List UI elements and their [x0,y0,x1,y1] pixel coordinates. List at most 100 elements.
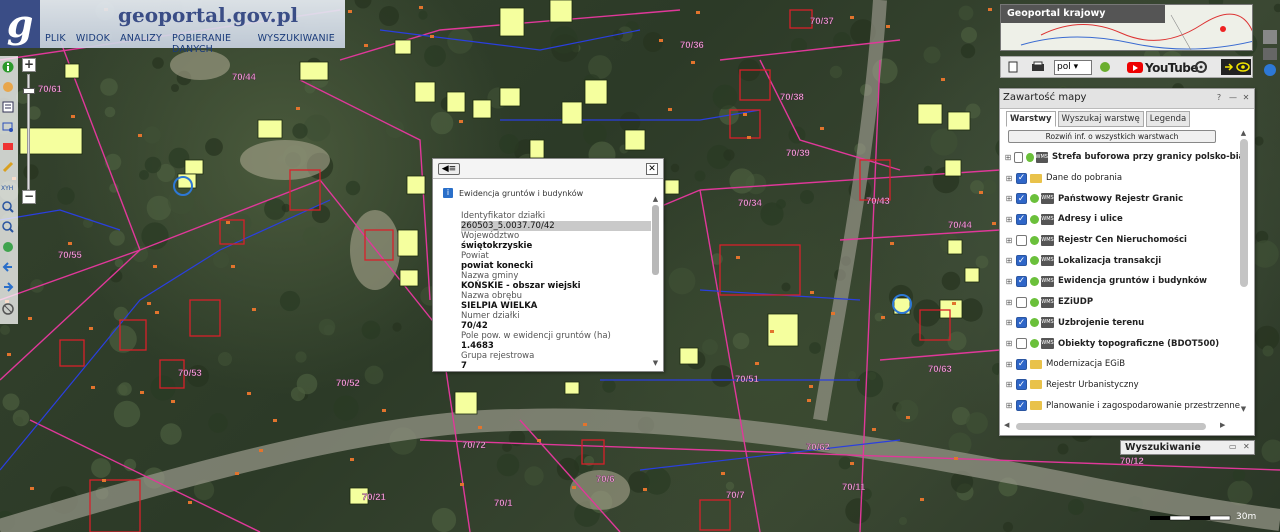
pan-hand-icon[interactable] [1,80,15,94]
expand-plus-icon[interactable]: ⊞ [1004,339,1014,348]
zoom-handle[interactable] [23,88,35,94]
layer-row[interactable]: ⊞ ✓ Modernizacja EGiB [1004,354,1240,375]
help-icon[interactable]: ? [1214,93,1224,103]
zoom-slider: + − [22,58,36,206]
layer-row[interactable]: ⊞ ✓ WMS Adresy i ulice [1004,209,1240,230]
layer-row[interactable]: ⊞ WMS Rejestr Cen Nieruchomości [1004,230,1240,251]
expand-plus-icon[interactable]: ⊞ [1004,298,1014,307]
geoportal-logo[interactable]: g [0,0,40,48]
layer-checkbox[interactable]: ✓ [1016,358,1027,370]
layer-checkbox[interactable] [1016,234,1027,246]
select-area-icon[interactable] [1,120,15,134]
layer-checkbox[interactable]: ✓ [1016,379,1027,391]
layer-checkbox[interactable]: ✓ [1016,255,1027,267]
youtube-link[interactable]: YouTube [1127,59,1199,76]
scroll-down-arrow-icon[interactable]: ▼ [1238,405,1249,413]
parcel-label: 70/63 [928,364,952,375]
layers-list-icon[interactable] [1,100,15,114]
print-area-icon[interactable] [1,140,15,154]
popup-scrollbar[interactable]: ▲ ▼ [651,195,660,367]
measure-icon[interactable]: XYH [1,180,15,194]
expand-plus-icon[interactable]: ⊞ [1004,360,1014,369]
layer-checkbox[interactable]: ✓ [1016,193,1027,205]
expand-plus-icon[interactable]: ⊞ [1004,318,1014,327]
layer-row[interactable]: ⊞✓Portale mapowe [1004,416,1240,419]
layer-checkbox[interactable]: ✓ [1016,400,1027,412]
right-edge-icons [1260,30,1280,78]
document-icon[interactable] [1006,61,1020,74]
layers-scroll-thumb[interactable] [1240,139,1248,287]
popup-back-button[interactable]: ◀≡ [438,163,460,175]
expand-plus-icon[interactable]: ⊞ [1004,236,1014,245]
tab-warstwy[interactable]: Warstwy [1006,111,1056,127]
menu-item-pobieranie-danych[interactable]: POBIERANIE DANYCH [167,30,253,55]
layer-row[interactable]: ⊞ WMS Obiekty topograficzne (BDOT500) [1004,333,1240,354]
scroll-right-arrow-icon[interactable]: ▶ [1220,421,1225,429]
zoom-minus-button[interactable]: − [22,190,36,204]
menu-item-analizy[interactable]: ANALIZY [115,30,167,48]
expand-plus-icon[interactable]: ⊞ [1004,174,1014,183]
tab-legenda[interactable]: Legenda [1145,111,1191,127]
layer-checkbox[interactable] [1016,296,1027,308]
layer-row[interactable]: ⊞ ✓ WMS Ewidencja gruntów i budynków [1004,271,1240,292]
expand-plus-icon[interactable]: ⊞ [1004,194,1014,203]
expand-plus-icon[interactable]: ⊞ [1004,215,1014,224]
full-extent-globe-icon[interactable] [1,240,15,254]
layers-horizontal-scrollbar[interactable]: ◀ ▶ [1004,421,1249,432]
layer-row[interactable]: ⊞ WMS EZiUDP [1004,292,1240,313]
layer-checkbox[interactable] [1014,151,1024,163]
feature-info-popup: ◀≡ ✕ i Ewidencja gruntów i budynków Iden… [432,158,664,372]
menu-item-plik[interactable]: PLIK [40,30,71,48]
previous-view-arrow-icon[interactable] [1,260,15,274]
expand-plus-icon[interactable]: ⊞ [1004,153,1012,162]
zoom-in-icon[interactable] [1,200,15,214]
info-tool-icon[interactable] [1,60,15,74]
layer-row[interactable]: ⊞ ✓ WMS Lokalizacja transakcji [1004,250,1240,271]
help-round-icon[interactable] [1099,61,1111,74]
road [813,0,887,422]
zoom-out-icon[interactable] [1,220,15,234]
popup-close-button[interactable]: ✕ [646,163,658,175]
language-select[interactable]: pol ▾ [1054,60,1092,75]
search-panel[interactable]: Wyszukiwanie ▭ ✕ [1120,440,1255,455]
layer-row[interactable]: ⊞ ✓ Dane do pobrania [1004,168,1240,189]
draw-pencil-icon[interactable] [1,160,15,174]
layer-row[interactable]: ⊞ WMS Strefa buforowa przy granicy polsko-… [1004,147,1240,168]
settings-gear-icon[interactable] [1194,61,1208,74]
expand-plus-icon[interactable]: ⊞ [1004,277,1014,286]
close-icon[interactable]: ✕ [1241,93,1251,103]
print-icon[interactable] [1029,61,1047,74]
overview-map[interactable]: Geoportal krajowy [1000,4,1253,51]
scroll-down-arrow-icon[interactable]: ▼ [651,359,660,367]
minimize-icon[interactable]: ▭ [1229,442,1237,451]
layer-row[interactable]: ⊞ ✓ Rejestr Urbanistyczny [1004,375,1240,396]
layers-hscroll-thumb[interactable] [1016,423,1206,430]
scroll-left-arrow-icon[interactable]: ◀ [1004,421,1009,429]
expand-all-layers-button[interactable]: Rozwiń inf. o wszystkich warstwach [1008,130,1216,143]
layer-row[interactable]: ⊞ ✓ WMS Państwowy Rejestr Granic [1004,188,1240,209]
layer-row[interactable]: ⊞ ✓ WMS Uzbrojenie terenu [1004,313,1240,334]
layer-checkbox[interactable]: ✓ [1016,172,1027,184]
menu-item-wyszukiwanie[interactable]: WYSZUKIWANIE [253,30,340,48]
layer-checkbox[interactable] [1016,338,1027,350]
layers-vertical-scrollbar[interactable]: ▲ ▼ [1238,129,1249,419]
menu-item-widok[interactable]: WIDOK [71,30,115,48]
layer-checkbox[interactable]: ✓ [1016,213,1027,225]
layer-checkbox[interactable]: ✓ [1016,317,1027,329]
3d-view-eye-icon[interactable] [1221,59,1251,75]
minimize-icon[interactable]: — [1228,93,1238,103]
help-lifebuoy-icon[interactable] [1,302,15,316]
layer-row[interactable]: ⊞ ✓ Planowanie i zagospodarowanie przestrz… [1004,395,1240,416]
scroll-up-arrow-icon[interactable]: ▲ [1238,129,1249,137]
expand-plus-icon[interactable]: ⊞ [1004,401,1014,410]
next-view-arrow-icon[interactable] [1,280,15,294]
tab-wyszukaj-warstwę[interactable]: Wyszukaj warstwę [1057,111,1144,127]
expand-plus-icon[interactable]: ⊞ [1004,256,1014,265]
layer-checkbox[interactable]: ✓ [1016,275,1027,287]
expand-plus-icon[interactable]: ⊞ [1004,380,1014,389]
popup-layer-name: Ewidencja gruntów i budynków [459,188,584,198]
zoom-plus-button[interactable]: + [22,58,36,72]
popup-scroll-thumb[interactable] [652,205,659,275]
scroll-up-arrow-icon[interactable]: ▲ [651,195,660,203]
close-icon[interactable]: ✕ [1243,442,1250,451]
